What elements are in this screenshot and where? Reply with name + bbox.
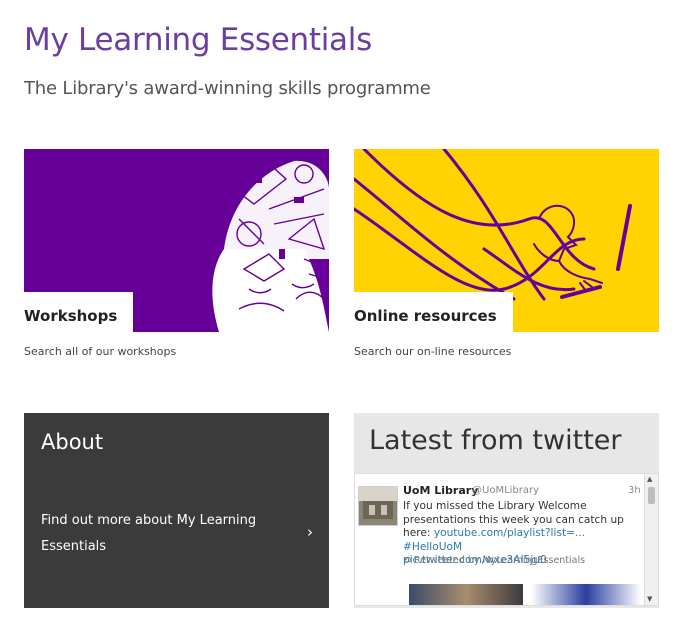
scroll-thumb[interactable]: [648, 487, 655, 504]
page-subtitle: The Library's award-winning skills progr…: [24, 78, 431, 99]
timeline-scrollbar[interactable]: ▲ ▼: [644, 474, 658, 605]
retweet-info: ⟲ Retweeted by MyLearningEssentials: [403, 555, 585, 566]
workshops-card[interactable]: Workshops: [24, 149, 329, 332]
tweet-link-youtube[interactable]: youtube.com/playlist?list=...: [434, 527, 585, 539]
scroll-up-icon[interactable]: ▲: [647, 475, 652, 483]
retweet-label: Retweeted by MyLearningEssentials: [414, 555, 586, 566]
tweet-handle[interactable]: @UoMLibrary: [472, 485, 539, 496]
tweet-image-2[interactable]: [531, 584, 641, 605]
workshops-label: Workshops: [24, 292, 134, 332]
tweet-author[interactable]: UoM Library: [403, 484, 478, 497]
online-resources-label: Online resources: [354, 292, 513, 332]
online-resources-card[interactable]: Online resources: [354, 149, 659, 332]
chevron-right-icon[interactable]: ›: [307, 523, 313, 541]
page-title: My Learning Essentials: [24, 22, 372, 58]
twitter-timeline[interactable]: UoM Library @UoMLibrary 3h If you missed…: [354, 473, 659, 606]
online-resources-caption: Search our on-line resources: [354, 345, 512, 358]
scroll-down-icon[interactable]: ▼: [647, 595, 652, 603]
workshops-caption: Search all of our workshops: [24, 345, 177, 358]
tweet-avatar[interactable]: [358, 486, 398, 526]
about-panel[interactable]: About Find out more about My Learning Es…: [24, 413, 329, 608]
tweet-hashtag[interactable]: #HelloUoM: [403, 541, 462, 553]
about-link[interactable]: Find out more about My Learning Essentia…: [41, 508, 261, 560]
twitter-title: Latest from twitter: [369, 425, 622, 456]
tweet-time[interactable]: 3h: [628, 485, 641, 496]
retweet-icon: ⟲: [403, 555, 411, 566]
twitter-panel: Latest from twitter UoM Library @UoMLibr…: [354, 413, 659, 608]
tweet-image-1[interactable]: [409, 584, 523, 605]
about-title: About: [41, 430, 104, 454]
